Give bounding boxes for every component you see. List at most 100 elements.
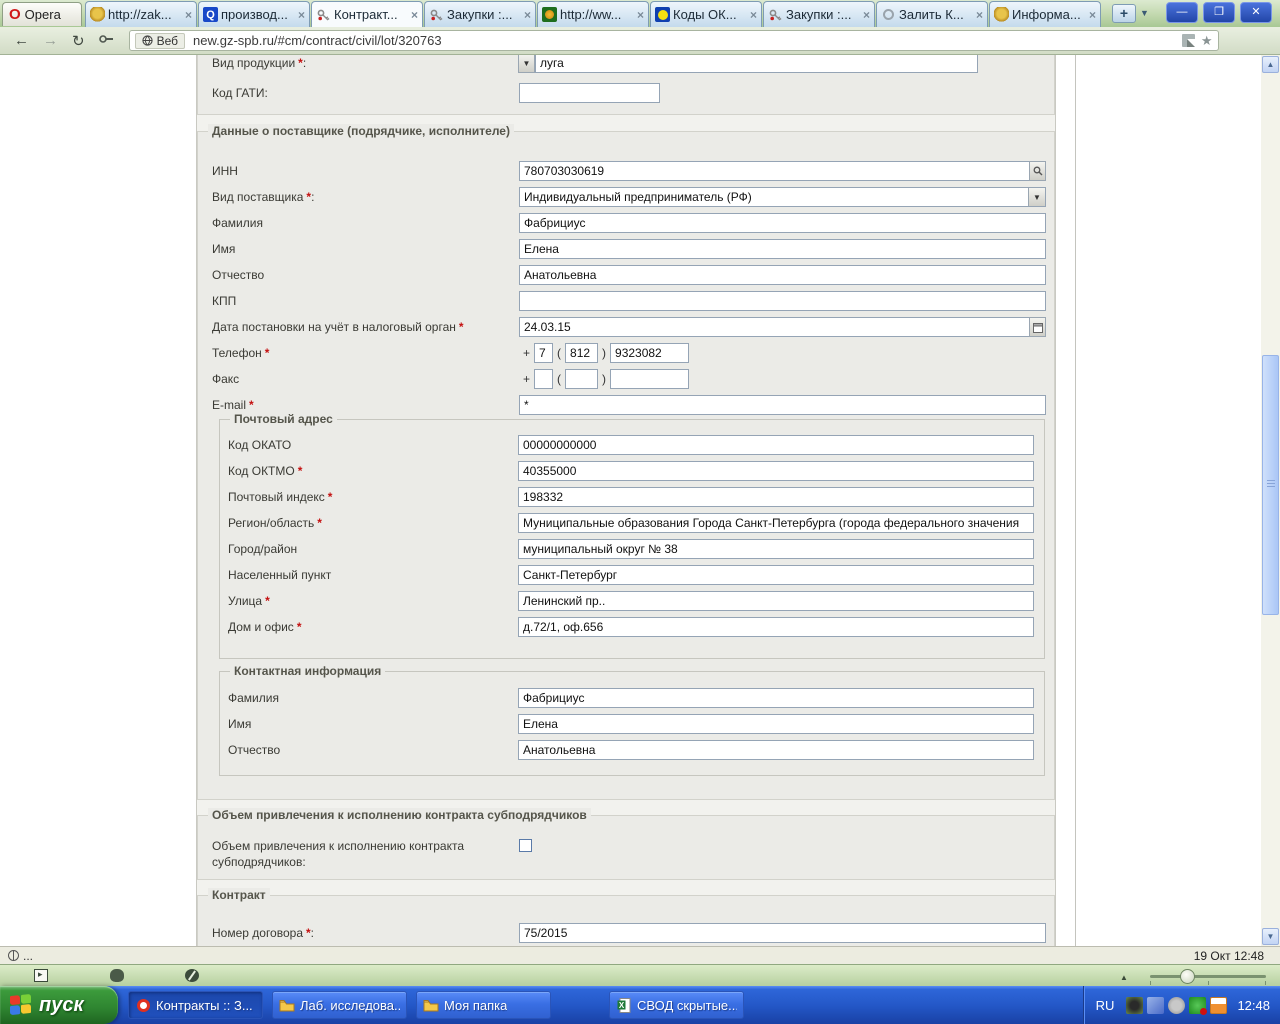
- taskbar-clock[interactable]: 12:48: [1237, 998, 1270, 1013]
- turbo-icon[interactable]: [185, 969, 199, 982]
- minimize-button[interactable]: —: [1166, 2, 1198, 23]
- region-input[interactable]: [518, 513, 1034, 533]
- start-button[interactable]: пуск: [0, 986, 118, 1024]
- tab-zakupki-2[interactable]: Закупки :... ×: [763, 1, 875, 27]
- back-icon[interactable]: ←: [14, 32, 29, 49]
- contact-patronymic-input[interactable]: [518, 740, 1034, 760]
- taskbar-item-excel[interactable]: X СВОД скрытые...: [609, 991, 744, 1019]
- house-input[interactable]: [518, 617, 1034, 637]
- tab-list-chevron-icon[interactable]: ▼: [1140, 8, 1149, 18]
- tab-zakupki-1[interactable]: Закупки :... ×: [424, 1, 536, 27]
- opera-menu-button[interactable]: O Opera: [2, 2, 82, 26]
- zoom-slider[interactable]: [1150, 969, 1266, 985]
- vertical-scrollbar[interactable]: ▲ ▼: [1261, 55, 1280, 946]
- contract-number-input[interactable]: [519, 923, 1046, 943]
- fax-number-input[interactable]: [610, 369, 690, 389]
- street-input[interactable]: [518, 591, 1034, 611]
- inn-input[interactable]: [519, 161, 1030, 181]
- agent-alert-icon[interactable]: [1189, 996, 1208, 1015]
- tab-codes[interactable]: Коды ОК... ×: [650, 1, 762, 27]
- fax-city-input[interactable]: [565, 369, 599, 389]
- tab-search[interactable]: Q производ... ×: [198, 1, 310, 27]
- reload-icon[interactable]: ↻: [72, 32, 85, 50]
- tab-close-icon[interactable]: ×: [863, 8, 870, 22]
- browser-tab-bar: O Opera http://zak... × Q производ... × …: [0, 0, 1280, 27]
- gati-input[interactable]: [519, 83, 660, 103]
- tax-date-input[interactable]: [519, 317, 1030, 337]
- page-content: Вид продукции*: ▼ Код ГАТИ:: [0, 55, 1280, 946]
- tab-close-icon[interactable]: ×: [524, 8, 531, 22]
- tab-upload[interactable]: Залить К... ×: [876, 1, 988, 27]
- desktop-screen: O Opera http://zak... × Q производ... × …: [0, 0, 1280, 1024]
- oktmo-input[interactable]: [518, 461, 1034, 481]
- contact-surname-input[interactable]: [518, 688, 1034, 708]
- url-text[interactable]: new.gz-spb.ru/#cm/contract/civil/lot/320…: [193, 33, 1176, 48]
- calendar-icon[interactable]: [1029, 317, 1046, 337]
- contact-firstname-input[interactable]: [518, 714, 1034, 734]
- tab-close-icon[interactable]: ×: [298, 8, 305, 22]
- zoom-menu-icon[interactable]: ▲: [1120, 973, 1128, 982]
- email-input[interactable]: [519, 395, 1046, 415]
- scroll-down-icon[interactable]: ▼: [1262, 928, 1279, 945]
- taskbar-item-folder-lab[interactable]: Лаб. исследова...: [272, 991, 407, 1019]
- unite-icon[interactable]: [110, 969, 124, 982]
- bookmark-star-icon[interactable]: ★: [1201, 33, 1213, 49]
- close-button[interactable]: ✕: [1240, 2, 1272, 23]
- status-globe-icon: [8, 950, 19, 961]
- surname-input[interactable]: [519, 213, 1046, 233]
- postal-fieldset: Почтовый адрес Код ОКАТО Код ОКТМО* Почт…: [219, 412, 1045, 659]
- phone-country-input[interactable]: [534, 343, 554, 363]
- messenger-icon[interactable]: [1147, 996, 1165, 1014]
- taskbar-item-opera[interactable]: Контракты :: З...: [128, 991, 263, 1019]
- orange-app-icon[interactable]: [1210, 996, 1228, 1014]
- tab-contract-active[interactable]: Контракт... ×: [311, 1, 423, 27]
- address-field[interactable]: Веб new.gz-spb.ru/#cm/contract/civil/lot…: [128, 30, 1219, 51]
- wand-password-icon[interactable]: [98, 32, 115, 49]
- scroll-up-icon[interactable]: ▲: [1262, 56, 1279, 73]
- volume-icon[interactable]: [1168, 996, 1186, 1014]
- language-indicator[interactable]: RU: [1096, 998, 1115, 1013]
- product-type-input[interactable]: [535, 55, 978, 73]
- web-badge[interactable]: Веб: [134, 32, 185, 49]
- tab-close-icon[interactable]: ×: [976, 8, 983, 22]
- tab-zakupki-gov[interactable]: http://zak... ×: [85, 1, 197, 27]
- subcontract-checkbox[interactable]: [519, 839, 532, 852]
- panels-toggle-icon[interactable]: [34, 969, 48, 982]
- zoom-slider-thumb[interactable]: [1180, 969, 1195, 984]
- phone-number-input[interactable]: [610, 343, 690, 363]
- tab-close-icon[interactable]: ×: [1089, 8, 1096, 22]
- zip-input[interactable]: [518, 487, 1034, 507]
- kpp-input[interactable]: [519, 291, 1046, 311]
- region-label: Регион/область: [228, 516, 315, 530]
- restore-button[interactable]: ❐: [1203, 2, 1235, 23]
- folder-icon: [423, 997, 439, 1013]
- opera-bottom-toolbar: ▲: [0, 964, 1280, 986]
- new-tab-button[interactable]: +: [1112, 4, 1136, 23]
- inn-search-icon[interactable]: [1029, 161, 1046, 181]
- supplier-type-label: Вид поставщика: [212, 190, 304, 204]
- tab-close-icon[interactable]: ×: [411, 8, 418, 22]
- tab-close-icon[interactable]: ×: [637, 8, 644, 22]
- product-type-dropdown-icon[interactable]: ▼: [518, 55, 535, 73]
- tab-www[interactable]: http://ww... ×: [537, 1, 649, 27]
- taskbar-item-folder-my[interactable]: Моя папка: [416, 991, 551, 1019]
- chevron-down-icon[interactable]: ▼: [1028, 188, 1045, 206]
- patronymic-input[interactable]: [519, 265, 1046, 285]
- page-info-icon[interactable]: [1181, 34, 1195, 47]
- forward-icon[interactable]: →: [43, 32, 58, 49]
- city-input[interactable]: [518, 539, 1034, 559]
- locality-input[interactable]: [518, 565, 1034, 585]
- tab-close-icon[interactable]: ×: [750, 8, 757, 22]
- form-row-inn: ИНН: [198, 158, 1054, 184]
- scrollbar-thumb[interactable]: [1262, 355, 1279, 615]
- okato-input[interactable]: [518, 435, 1034, 455]
- form-row-house: Дом и офис *: [220, 614, 1044, 640]
- phone-city-input[interactable]: [565, 343, 599, 363]
- firstname-input[interactable]: [519, 239, 1046, 259]
- antivirus-spider-icon[interactable]: [1126, 996, 1144, 1014]
- supplier-type-select[interactable]: Индивидуальный предприниматель (РФ) ▼: [519, 187, 1046, 207]
- tab-info[interactable]: Информа... ×: [989, 1, 1101, 27]
- fax-country-input[interactable]: [534, 369, 554, 389]
- tab-close-icon[interactable]: ×: [185, 8, 192, 22]
- form-row-phone: Телефон* + ( ): [198, 340, 1054, 366]
